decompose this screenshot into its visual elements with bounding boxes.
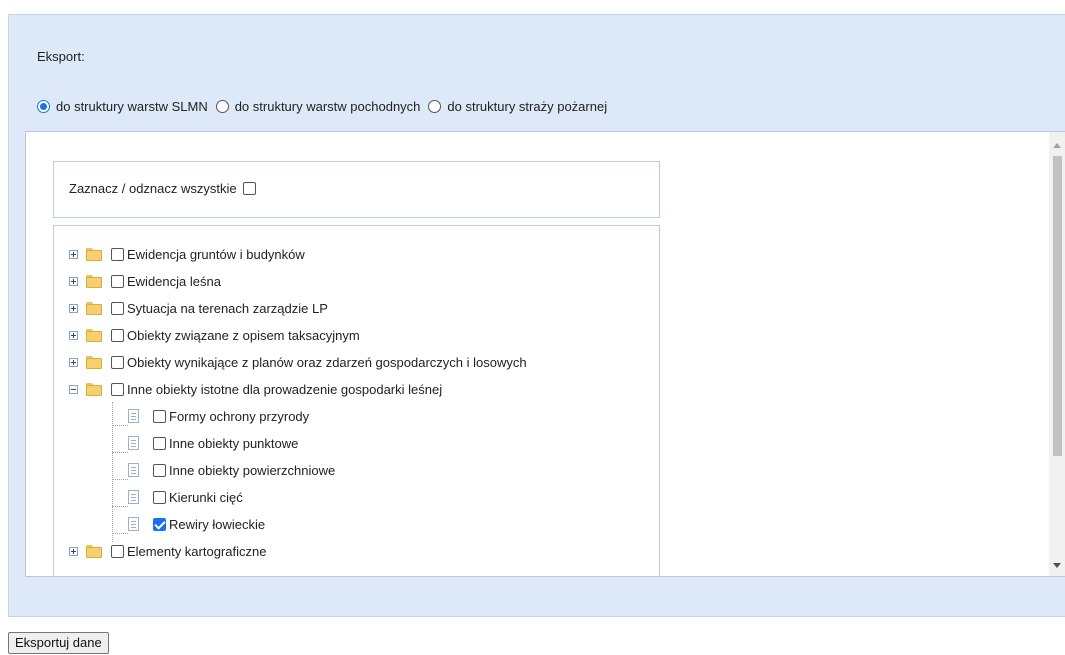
layer-label[interactable]: Ewidencja leśna [127,274,221,289]
tree-connector-branch [112,452,128,453]
layer-tree: Ewidencja gruntów i budynków Ewidencja l… [53,225,660,576]
layer-label[interactable]: Elementy kartograficzne [127,544,266,559]
export-target-radio-group: do struktury warstw SLMN do struktury wa… [37,97,615,115]
layer-checkbox[interactable] [111,247,124,261]
layer-label[interactable]: Rewiry łowieckie [169,517,265,532]
layer-checkbox[interactable] [153,490,166,504]
layer-label[interactable]: Obiekty związane z opisem taksacyjnym [127,328,360,343]
layer-label[interactable]: Inne obiekty punktowe [169,436,298,451]
layer-checkbox[interactable] [111,274,124,288]
tree-child-obiekty-punktowe: Inne obiekty punktowe [128,433,298,453]
layer-checkbox[interactable] [153,409,166,423]
layer-label[interactable]: Formy ochrony przyrody [169,409,309,424]
folder-icon [86,274,102,288]
export-data-button[interactable]: Eksportuj dane [8,632,109,654]
layer-checkbox[interactable] [153,463,166,477]
export-label: Eksport: [37,49,85,64]
vertical-scrollbar[interactable] [1049,132,1065,576]
folder-icon [86,355,102,369]
layer-checkbox[interactable] [111,382,124,396]
layer-scroll-area[interactable]: Zaznacz / odznacz wszystkie Ewidencja gr… [25,131,1065,577]
tree-node-obiekty-planow: Obiekty wynikające z planów oraz zdarzeń… [69,352,527,372]
folder-open-icon [86,382,102,396]
tree-node-inne-obiekty: Inne obiekty istotne dla prowadzenie gos… [69,379,442,399]
folder-icon [86,544,102,558]
document-icon [128,517,139,531]
tree-node-ewidencja-lesna: Ewidencja leśna [69,271,221,291]
tree-node-sytuacja: Sytuacja na terenach zarządzie LP [69,298,328,318]
tree-node-obiekty-taksacyjne: Obiekty związane z opisem taksacyjnym [69,325,360,345]
radio-derived-layers-label[interactable]: do struktury warstw pochodnych [235,99,421,114]
expand-icon[interactable] [69,276,78,286]
tree-connector-branch [112,506,128,507]
tree-child-kierunki-ciec: Kierunki cięć [128,487,243,507]
select-all-box: Zaznacz / odznacz wszystkie [53,161,660,218]
tree-connector-branch [112,533,128,534]
layer-label[interactable]: Obiekty wynikające z planów oraz zdarzeń… [127,355,527,370]
radio-slmn[interactable] [37,99,50,113]
scroll-up-arrow-icon[interactable] [1053,143,1061,148]
layer-checkbox[interactable] [111,544,124,558]
document-icon [128,436,139,450]
layer-checkbox-checked[interactable] [153,517,166,531]
layer-label[interactable]: Inne obiekty powierzchniowe [169,463,335,478]
document-icon [128,409,139,423]
tree-child-formy-ochrony: Formy ochrony przyrody [128,406,309,426]
layer-label[interactable]: Ewidencja gruntów i budynków [127,247,305,262]
folder-icon [86,247,102,261]
tree-child-rewiry-lowieckie: Rewiry łowieckie [128,514,265,534]
document-icon [128,463,139,477]
radio-fire-brigade-label[interactable]: do struktury straży pożarnej [447,99,607,114]
radio-slmn-label[interactable]: do struktury warstw SLMN [56,99,208,114]
folder-icon [86,301,102,315]
layer-checkbox[interactable] [111,355,124,369]
layer-label[interactable]: Inne obiekty istotne dla prowadzenie gos… [127,382,442,397]
layer-label[interactable]: Kierunki cięć [169,490,243,505]
tree-connector-line [112,402,113,542]
radio-derived-layers[interactable] [215,99,229,113]
layer-label[interactable]: Sytuacja na terenach zarządzie LP [127,301,328,316]
document-icon [128,490,139,504]
expand-icon[interactable] [69,330,78,340]
expand-icon[interactable] [69,546,78,556]
scrollbar-thumb[interactable] [1053,156,1062,456]
radio-fire-brigade[interactable] [428,99,442,113]
layer-checkbox[interactable] [153,436,166,450]
tree-connector-branch [112,479,128,480]
tree-node-ewidencja-gruntow: Ewidencja gruntów i budynków [69,244,305,264]
select-all-checkbox[interactable] [242,182,256,195]
layer-checkbox[interactable] [111,328,124,342]
expand-icon[interactable] [69,357,78,367]
folder-icon [86,328,102,342]
select-all-label: Zaznacz / odznacz wszystkie [69,181,237,196]
export-panel: Eksport: do struktury warstw SLMN do str… [8,14,1065,617]
tree-node-elementy-kartograficzne: Elementy kartograficzne [69,541,266,561]
collapse-icon[interactable] [69,384,78,394]
tree-connector-branch [112,425,128,426]
expand-icon[interactable] [69,249,78,259]
tree-child-obiekty-powierzchniowe: Inne obiekty powierzchniowe [128,460,335,480]
layer-checkbox[interactable] [111,301,124,315]
expand-icon[interactable] [69,303,78,313]
scroll-down-arrow-icon[interactable] [1053,563,1061,568]
